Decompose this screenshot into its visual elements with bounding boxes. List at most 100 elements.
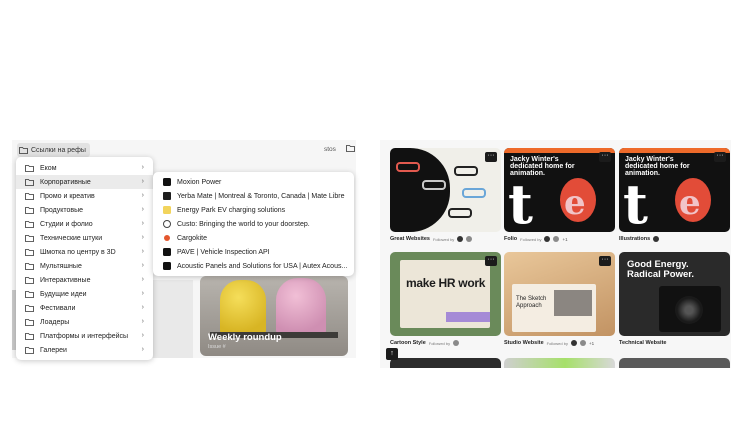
folder-icon[interactable] <box>346 144 355 152</box>
menu-item-3d-apparel[interactable]: Шмотка по центру в 3D › <box>16 245 153 259</box>
menu-item-product[interactable]: Продуктовые › <box>16 203 153 217</box>
menu-item-festivals[interactable]: Фестивали › <box>16 301 153 315</box>
custo-favicon-icon <box>163 220 171 228</box>
glasses-graphic <box>462 188 486 198</box>
card-more-button[interactable]: ··· <box>714 152 726 162</box>
card-title[interactable]: Technical Website <box>619 340 666 346</box>
menu-item-label: Промо и креатив <box>40 192 95 200</box>
collection-card-technical-website[interactable]: Good Energy. Radical Power. <box>619 252 730 336</box>
autex-favicon-icon <box>163 262 171 270</box>
weekly-roundup-title: Weekly roundup <box>208 332 282 343</box>
bookmark-mate-libre[interactable]: Yerba Mate | Montreal & Toronto, Canada … <box>153 189 354 203</box>
card-more-button[interactable]: ··· <box>485 152 497 162</box>
menu-item-galleries[interactable]: Галереи › <box>16 343 153 357</box>
bookmark-pave[interactable]: PAVE | Vehicle Inspection API <box>153 245 354 259</box>
menu-item-ecom[interactable]: Еком › <box>16 161 153 175</box>
bookmark-moxion[interactable]: Moxion Power <box>153 175 354 189</box>
card-title[interactable]: Great Websites <box>390 236 430 242</box>
card-label-row: Folio Followed by +1 <box>504 236 568 242</box>
bookmark-autex[interactable]: Acoustic Panels and Solutions for USA | … <box>153 259 354 273</box>
chevron-right-icon: › <box>141 234 144 241</box>
moxion-favicon-icon <box>163 178 171 186</box>
collection-card-illustrations[interactable]: Jacky Winter's dedicated home for animat… <box>619 148 730 232</box>
menu-item-interactive[interactable]: Интерактивные › <box>16 273 153 287</box>
folder-icon <box>25 347 34 354</box>
collection-card-partial[interactable] <box>504 358 615 368</box>
menu-item-corporate[interactable]: Корпоративные › <box>16 175 153 189</box>
collection-card-studio-website[interactable]: The Sketch Approach ··· <box>504 252 615 336</box>
chevron-right-icon: › <box>141 262 144 269</box>
card-more-button[interactable]: ··· <box>599 152 611 162</box>
bookmark-folder-refs[interactable]: Ссылки на рефы <box>17 143 90 157</box>
collection-card-partial[interactable] <box>390 358 501 368</box>
folder-icon <box>25 193 34 200</box>
card-title[interactable]: Cartoon Style <box>390 340 426 346</box>
more-followers-count: +1 <box>588 340 595 346</box>
chevron-right-icon: › <box>141 304 144 311</box>
folder-icon <box>25 319 34 326</box>
bookmark-custo[interactable]: Custo: Bringing the world to your doorst… <box>153 217 354 231</box>
folder-icon <box>25 263 34 270</box>
collections-grid-window: ··· Great Websites Followed by Jacky Win… <box>380 140 731 368</box>
menu-item-promo[interactable]: Промо и креатив › <box>16 189 153 203</box>
chevron-right-icon: › <box>141 206 144 213</box>
folder-icon <box>25 221 34 228</box>
bookmark-cargokite[interactable]: Cargokite <box>153 231 354 245</box>
card-thumbnail-shape <box>390 148 450 232</box>
chevron-right-icon: › <box>141 164 144 171</box>
card-more-button[interactable]: ··· <box>599 256 611 266</box>
avatar <box>579 340 586 346</box>
bookmark-label: Cargokite <box>177 234 207 242</box>
card-more-button[interactable]: ··· <box>485 256 497 266</box>
menu-item-label: Еком <box>40 164 57 172</box>
collection-card-cartoon-style[interactable]: make HR work ··· <box>390 252 501 336</box>
bookmark-label: PAVE | Vehicle Inspection API <box>177 248 270 256</box>
menu-item-loaders[interactable]: Лоадеры › <box>16 315 153 329</box>
folder-icon <box>25 333 34 340</box>
chevron-right-icon: › <box>141 332 144 339</box>
chevron-right-icon: › <box>141 248 144 255</box>
followed-by-text: Followed by <box>432 236 455 242</box>
card-title[interactable]: Illustrations <box>619 236 650 242</box>
bookmark-label: Acoustic Panels and Solutions for USA | … <box>177 262 348 270</box>
menu-item-label: Студии и фолио <box>40 220 93 228</box>
folder-icon <box>25 249 34 256</box>
collection-card-great-websites[interactable]: ··· <box>390 148 501 232</box>
menu-item-label: Интерактивные <box>40 276 91 284</box>
collection-card-partial[interactable] <box>619 358 730 368</box>
scroll-top-button[interactable]: ↑ <box>386 348 398 360</box>
cartoon-headline: make HR work <box>406 276 486 290</box>
menu-item-studios[interactable]: Студии и фолио › <box>16 217 153 231</box>
folder-icon <box>25 179 34 186</box>
menu-item-label: Платформы и интерфейсы <box>40 332 129 340</box>
bookmark-right-text[interactable]: stos <box>324 146 336 153</box>
weekly-roundup-card[interactable]: Weekly roundup Issue # <box>200 276 348 356</box>
big-letter-graphic: e <box>679 183 701 223</box>
menu-item-label: Шмотка по центру в 3D <box>40 248 116 256</box>
card-label-row: Great Websites Followed by <box>390 236 473 242</box>
avatar <box>553 236 560 242</box>
collection-card-folio[interactable]: Jacky Winter's dedicated home for animat… <box>504 148 615 232</box>
cargokite-favicon-icon <box>163 234 171 242</box>
menu-item-technical[interactable]: Технические штуки › <box>16 231 153 245</box>
bookmark-energy-park[interactable]: Energy Park EV charging solutions <box>153 203 354 217</box>
menu-item-cartoon[interactable]: Мультяшные › <box>16 259 153 273</box>
card-title[interactable]: Studio Website <box>504 340 544 346</box>
menu-item-platforms[interactable]: Платформы и интерфейсы › <box>16 329 153 343</box>
card-label-row: Illustrations <box>619 236 660 242</box>
menu-item-label: Мультяшные <box>40 262 82 270</box>
folder-icon <box>25 235 34 242</box>
more-followers-count: +1 <box>562 236 568 242</box>
chevron-right-icon: › <box>141 220 144 227</box>
menu-item-future-ideas[interactable]: Будущие идеи › <box>16 287 153 301</box>
energy-park-favicon-icon <box>163 206 171 214</box>
folder-icon <box>25 305 34 312</box>
mate-libre-favicon-icon <box>163 192 171 200</box>
card-title[interactable]: Folio <box>504 236 517 242</box>
bookmark-label: Energy Park EV charging solutions <box>177 206 286 214</box>
lens-graphic <box>675 296 703 324</box>
glasses-graphic <box>448 208 472 218</box>
avatar <box>466 236 473 242</box>
folder-icon <box>25 165 34 172</box>
bookmark-folder-label: Ссылки на рефы <box>31 146 86 154</box>
